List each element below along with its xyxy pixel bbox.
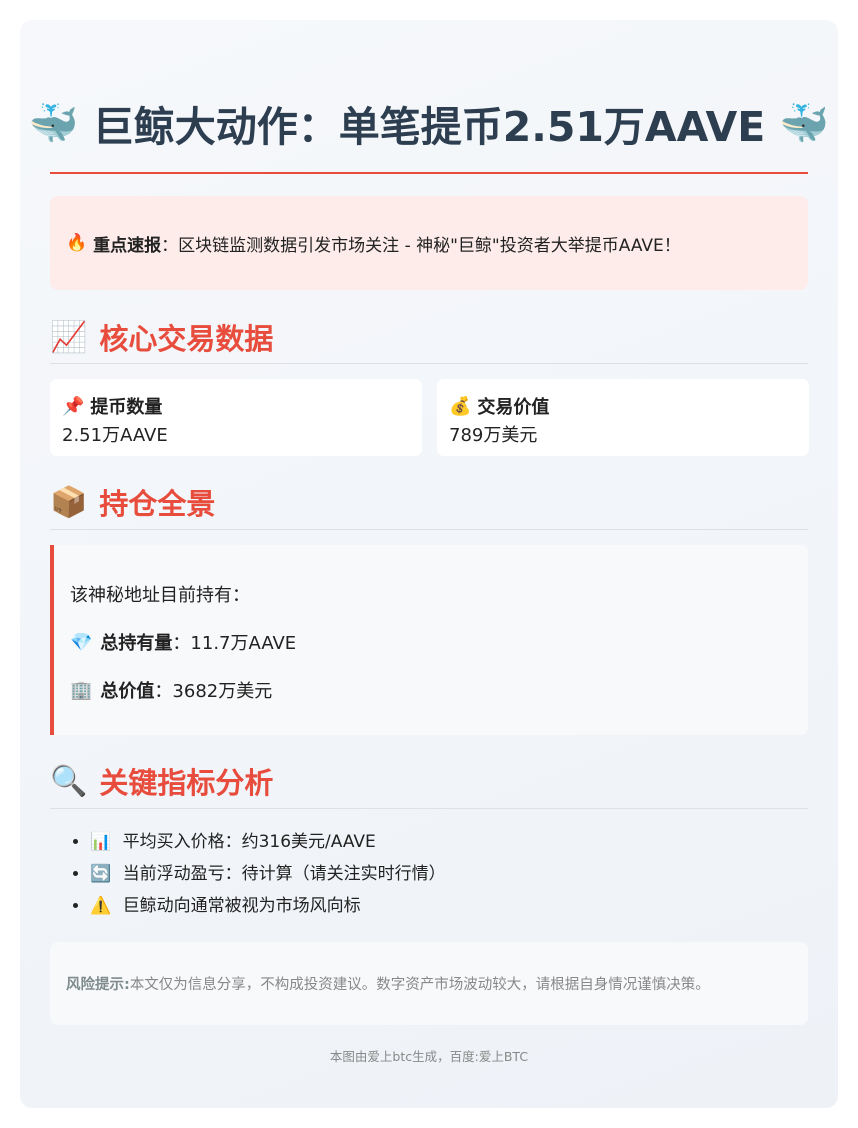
page-title: 🐳 巨鲸大动作：单笔提币2.51万AAVE 🐳 [29,78,829,168]
magnifier-icon: 🔍 [50,763,88,799]
building-icon: 🏢 [70,679,93,701]
metric-text: 巨鲸动向通常被视为市场风向标 [122,896,361,916]
refresh-icon: 🔄 [90,864,112,884]
section-divider [50,808,808,809]
stat-label: 提币数量 [90,397,163,418]
metric-text: 当前浮动盈亏：待计算（请关注实时行情） [122,864,446,884]
risk-notice: 风险提示: 本文仅为信息分享，不构成投资建议。数字资产市场波动较大，请根据自身情… [50,942,808,1025]
list-item: 🔄 当前浮动盈亏：待计算（请关注实时行情） [90,862,808,894]
section-divider [50,363,808,364]
holdings-total-value-label: 总价值 [100,681,155,702]
stat-card-withdraw-amount: 📌 提币数量 2.51万AAVE [50,379,422,456]
main-card: 🐳 巨鲸大动作：单笔提币2.51万AAVE 🐳 🔥 重点速报 ： 区块链监测数据… [20,20,838,1108]
diamond-icon: 💎 [70,631,93,653]
pushpin-icon: 📌 [62,395,85,417]
holdings-total-value-value: 3682万美元 [172,681,273,702]
money-bag-icon: 💰 [449,395,472,417]
holdings-box: 该神秘地址目前持有： 💎 总持有量 ： 11.7万AAVE 🏢 总价值 ： 36… [50,545,808,735]
page-title-text: 巨鲸大动作：单笔提币2.51万AAVE [92,103,766,151]
section-heading-holdings: 📦 持仓全景 [50,482,808,522]
alert-banner: 🔥 重点速报 ： 区块链监测数据引发市场关注 - 神秘"巨鲸"投资者大举提币AA… [50,196,808,290]
alert-label: 重点速报 [93,235,162,256]
holdings-total-amount: 💎 总持有量 ： 11.7万AAVE [70,629,792,655]
section-heading-core: 📈 核心交易数据 [50,317,808,357]
section-title: 核心交易数据 [99,322,274,356]
list-item: ⚠️ 巨鲸动向通常被视为市场风向标 [90,894,808,926]
holdings-total-amount-value: 11.7万AAVE [190,633,297,654]
fire-icon: 🔥 [66,233,88,253]
holdings-intro: 该神秘地址目前持有： [70,585,250,606]
stat-card-trade-value: 💰 交易价值 789万美元 [437,379,809,456]
risk-text: 本文仅为信息分享，不构成投资建议。数字资产市场波动较大，请根据自身情况谨慎决策。 [129,977,710,993]
holdings-total-amount-label: 总持有量 [100,633,173,654]
section-divider [50,529,808,530]
chart-up-icon: 📈 [50,319,88,355]
section-title: 持仓全景 [99,487,216,521]
alert-text: 区块链监测数据引发市场关注 - 神秘"巨鲸"投资者大举提币AAVE！ [178,235,681,256]
stat-value: 789万美元 [449,425,538,446]
stat-label: 交易价值 [477,397,550,418]
package-icon: 📦 [50,484,88,520]
metrics-list: 📊 平均买入价格：约316美元/AAVE 🔄 当前浮动盈亏：待计算（请关注实时行… [50,830,808,926]
warning-icon: ⚠️ [90,896,112,916]
whale-icon: 🐳 [779,100,830,147]
title-divider [50,172,808,174]
stat-value: 2.51万AAVE [62,425,168,446]
bar-chart-icon: 📊 [90,832,112,852]
metric-text: 平均买入价格：约316美元/AAVE [122,832,376,852]
footer-note: 本图由爱上btc生成，百度:爱上BTC [329,1049,529,1064]
whale-icon: 🐳 [28,100,79,147]
section-title: 关键指标分析 [99,766,274,800]
alert-separator: ： [161,235,179,256]
section-heading-metrics: 🔍 关键指标分析 [50,761,808,801]
risk-label: 风险提示: [66,977,130,993]
holdings-total-value: 🏢 总价值 ： 3682万美元 [70,677,792,703]
list-item: 📊 平均买入价格：约316美元/AAVE [90,830,808,862]
